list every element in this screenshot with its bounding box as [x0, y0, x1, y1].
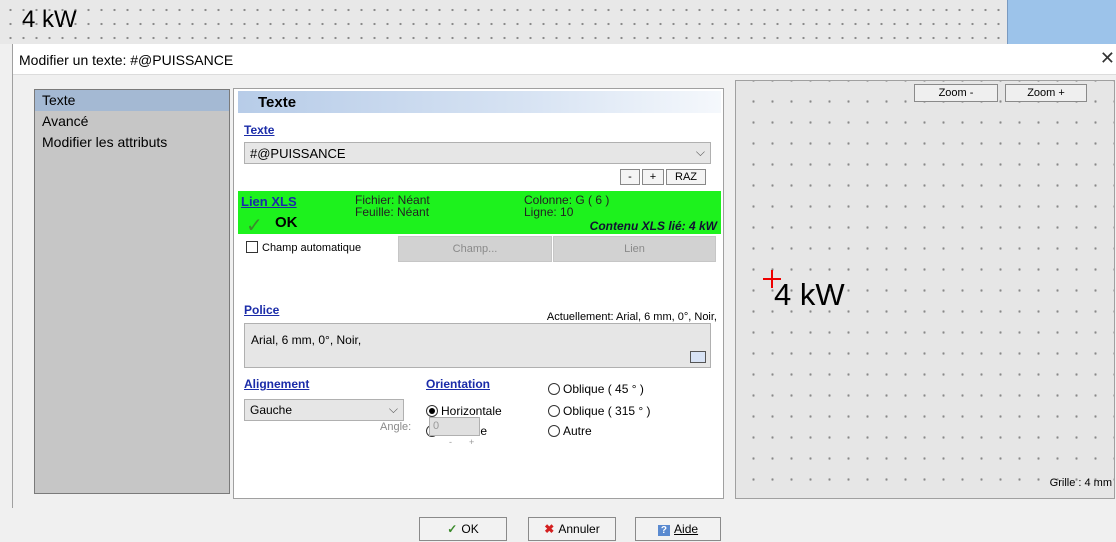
radio-selected-icon[interactable] [426, 405, 438, 417]
chevron-down-icon[interactable]: ⌵ [389, 402, 398, 417]
radio-autre[interactable]: Autre [548, 424, 592, 438]
champ-button[interactable]: Champ... [398, 236, 552, 262]
minus-button[interactable]: - [620, 169, 640, 185]
panel-heading: Texte [258, 94, 297, 111]
radio-icon[interactable] [548, 383, 560, 395]
angle-spinner[interactable]: - + [429, 437, 480, 449]
nav-item-texte[interactable]: Texte [35, 90, 229, 111]
checkmark-icon: ✓ [447, 522, 458, 536]
alignment-value: Gauche [250, 403, 293, 417]
radio-oblique-45-label: Oblique ( 45 ° ) [563, 382, 644, 396]
orientation-label: Orientation [426, 377, 491, 391]
raz-button[interactable]: RAZ [666, 169, 706, 185]
alignment-select[interactable]: Gauche ⌵ [244, 399, 404, 421]
texte-value: #@PUISSANCE [250, 146, 346, 161]
spin-down-icon[interactable]: - [449, 437, 452, 447]
preview-text: 4 kW [774, 277, 845, 312]
nav-item-modifier-attributs[interactable]: Modifier les attributs [35, 132, 229, 153]
xls-link-title[interactable]: Lien XLS [241, 194, 297, 209]
lien-button[interactable]: Lien [553, 236, 716, 262]
xls-link-box: Lien XLS ✓ OK Fichier: Néant Feuille: Né… [238, 191, 721, 237]
radio-oblique-315[interactable]: Oblique ( 315 ° ) [548, 404, 651, 418]
radio-horizontale[interactable]: Horizontale [426, 404, 502, 418]
zoom-in-button[interactable]: Zoom + [1005, 84, 1087, 102]
radio-oblique-315-label: Oblique ( 315 ° ) [563, 404, 651, 418]
radio-horizontale-label: Horizontale [441, 404, 502, 418]
panel-header: Texte [238, 91, 721, 113]
zoom-out-button[interactable]: Zoom - [914, 84, 998, 102]
preview-canvas[interactable]: Zoom - Zoom + 4 kW [735, 80, 1115, 499]
background-selection [1007, 0, 1116, 44]
champ-auto-label: Champ automatique [262, 242, 362, 254]
xls-feuille: Feuille: Néant [355, 205, 430, 219]
chevron-down-icon[interactable]: ⌵ [696, 145, 705, 160]
alignment-label: Alignement [244, 377, 310, 391]
nav-item-avance[interactable]: Avancé [35, 111, 229, 132]
spin-up-icon[interactable]: + [469, 437, 474, 447]
title-bar: Modifier un texte: #@PUISSANCE ✕ [13, 44, 1116, 75]
background-text: 4 kW [22, 6, 77, 33]
font-picker-icon[interactable] [690, 351, 706, 363]
modify-text-dialog: Modifier un texte: #@PUISSANCE ✕ Texte A… [12, 44, 1116, 541]
police-value: Arial, 6 mm, 0°, Noir, [251, 333, 362, 347]
checkbox-icon[interactable] [246, 241, 258, 253]
xls-ok-label: OK [275, 214, 298, 231]
close-icon[interactable]: ✕ [1100, 48, 1115, 69]
police-box[interactable]: Arial, 6 mm, 0°, Noir, [244, 323, 711, 368]
ok-button[interactable]: ✓ OK [419, 517, 507, 541]
champ-auto-checkbox[interactable]: Champ automatique [238, 236, 390, 262]
xls-contenu: Contenu XLS lié: 4 kW [589, 219, 717, 233]
texte-combo[interactable]: #@PUISSANCE ⌵ [244, 142, 711, 164]
ok-label: OK [461, 522, 479, 536]
police-current: Actuellement: Arial, 6 mm, 0°, Noir, [546, 311, 717, 323]
checkmark-icon: ✓ [246, 215, 263, 237]
radio-oblique-45[interactable]: Oblique ( 45 ° ) [548, 382, 644, 396]
angle-input[interactable]: 0 [429, 417, 480, 436]
texte-label: Texte [244, 123, 275, 137]
help-button[interactable]: ? Aide [635, 517, 721, 541]
radio-icon[interactable] [548, 425, 560, 437]
left-nav: Texte Avancé Modifier les attributs [34, 89, 230, 494]
background-canvas [0, 0, 1116, 44]
radio-autre-label: Autre [563, 424, 592, 438]
window-title: Modifier un texte: #@PUISSANCE [19, 52, 234, 68]
plus-button[interactable]: + [642, 169, 664, 185]
angle-label: Angle: [380, 421, 412, 433]
cancel-x-icon: ✖ [544, 522, 555, 536]
help-icon: ? [657, 525, 671, 536]
cancel-button[interactable]: ✖ Annuler [528, 517, 616, 541]
cancel-label: Annuler [558, 522, 600, 536]
champ-tabs: Champ automatique Champ... Lien [238, 236, 717, 262]
xls-ligne: Ligne: 10 [524, 205, 574, 219]
police-label: Police [244, 303, 280, 317]
radio-icon[interactable] [548, 405, 560, 417]
grid-label: Grille : 4 mm [1049, 477, 1112, 489]
anchor-cross-icon-v [771, 270, 773, 288]
help-label: Aide [674, 522, 699, 536]
